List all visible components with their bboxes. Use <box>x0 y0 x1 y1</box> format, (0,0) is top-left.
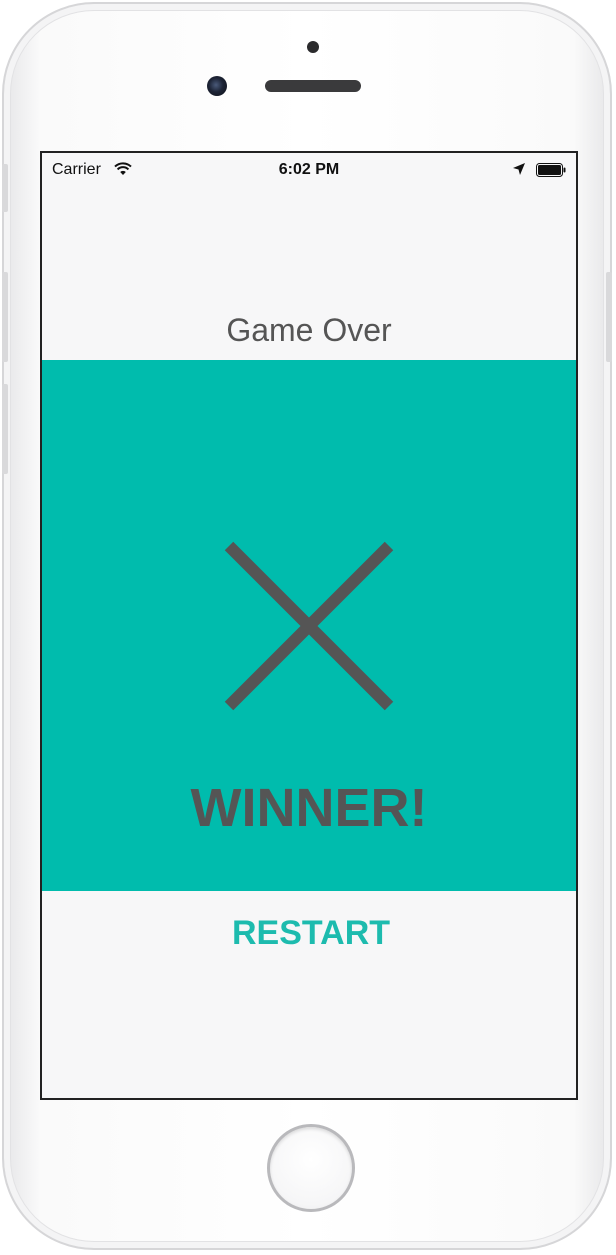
volume-up-button <box>2 272 8 362</box>
status-bar: Carrier 6:02 PM <box>42 153 576 189</box>
battery-icon <box>536 163 566 177</box>
mute-switch <box>2 164 8 212</box>
app-screen: Carrier 6:02 PM Game Over WINNER! RESTAR… <box>40 151 578 1100</box>
x-mark-icon <box>224 541 394 711</box>
restart-button[interactable]: RESTART <box>211 911 411 955</box>
earpiece-speaker <box>265 80 361 92</box>
front-camera <box>207 76 227 96</box>
winner-label: WINNER! <box>190 778 428 838</box>
result-panel: WINNER! <box>42 360 576 891</box>
location-arrow-icon <box>513 163 525 175</box>
status-time: 6:02 PM <box>278 161 340 178</box>
game-over-title: Game Over <box>226 312 392 348</box>
power-button <box>606 272 612 362</box>
volume-down-button <box>2 384 8 474</box>
proximity-sensor <box>307 41 319 53</box>
home-button[interactable] <box>267 1124 355 1212</box>
